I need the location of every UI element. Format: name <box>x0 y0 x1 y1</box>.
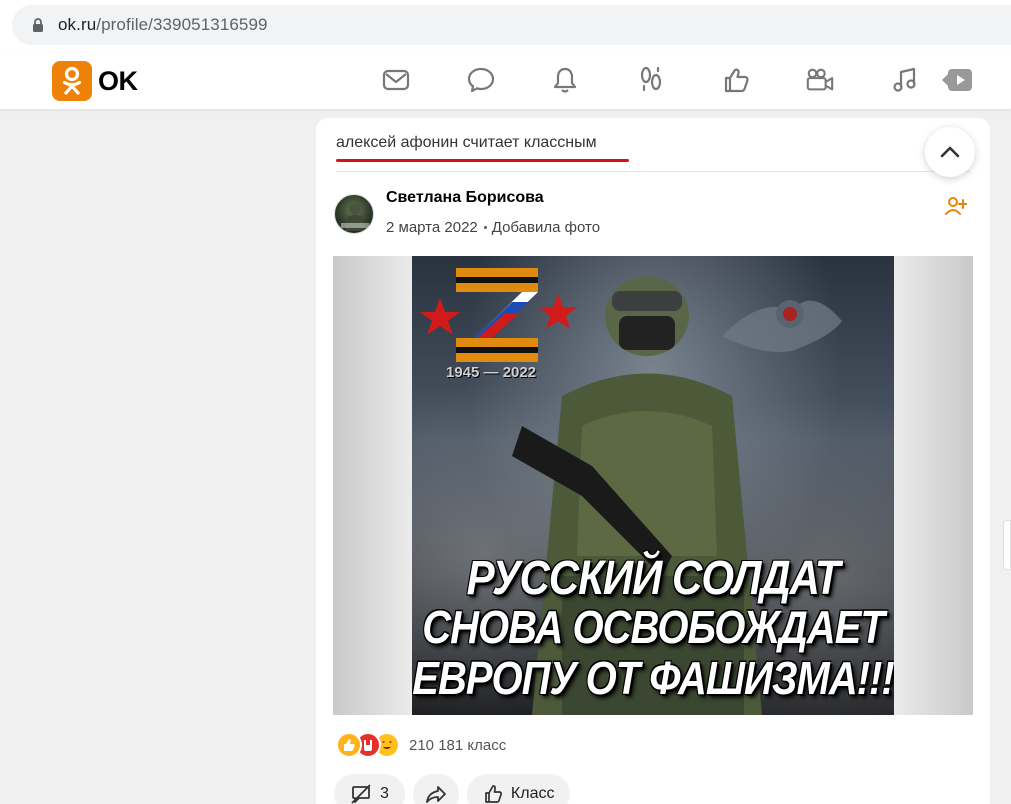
meta-separator-dot <box>483 225 487 229</box>
post-author-name[interactable]: Светлана Борисова <box>386 189 544 207</box>
reactions-summary[interactable]: 210 181 класс <box>336 732 506 758</box>
url-path: /profile/339051316599 <box>96 15 268 34</box>
ok-logo[interactable]: OK <box>52 61 138 101</box>
ok-logo-icon <box>52 61 92 101</box>
comment-icon <box>351 784 371 804</box>
post-actions: 3 Класс <box>334 774 578 804</box>
photo-years: 1945 — 2022 <box>446 364 537 381</box>
add-friend-icon[interactable] <box>944 194 968 218</box>
comments-count: 3 <box>380 785 389 802</box>
feed-header[interactable]: алексей афонин считает классным <box>336 134 597 152</box>
scroll-up-button[interactable] <box>925 127 975 177</box>
chevron-up-icon <box>940 146 960 158</box>
address-bar[interactable]: ok.ru/profile/339051316599 <box>12 5 1011 45</box>
top-navigation: OK <box>0 50 1011 110</box>
share-arrow-icon <box>426 786 446 803</box>
browser-address-area: ok.ru/profile/339051316599 <box>0 0 1011 50</box>
share-button[interactable] <box>412 774 459 804</box>
post-photo[interactable]: 1945 — 2022 РУССКИЙ СОЛДАТ СНОВА ОСВОБОЖ… <box>412 256 894 715</box>
post-meta: 2 марта 2022 Добавила фото <box>386 219 600 236</box>
post-date[interactable]: 2 марта 2022 <box>386 219 478 236</box>
mail-icon[interactable] <box>381 65 411 95</box>
url-host: ok.ru <box>58 15 97 34</box>
url-text[interactable]: ok.ru/profile/339051316599 <box>58 15 268 35</box>
like-button[interactable]: Класс <box>466 774 571 804</box>
comments-button[interactable]: 3 <box>334 774 405 804</box>
header-divider <box>336 171 970 172</box>
post-photo-frame[interactable]: 1945 — 2022 РУССКИЙ СОЛДАТ СНОВА ОСВОБОЖ… <box>333 256 973 715</box>
thumbs-up-icon <box>485 785 502 803</box>
play-icon[interactable] <box>940 65 974 95</box>
ok-logo-text: OK <box>98 65 138 96</box>
chat-icon[interactable] <box>466 65 496 95</box>
reactions-count[interactable]: 210 181 класс <box>409 737 506 754</box>
right-edge-scroll-handle[interactable] <box>1003 520 1011 570</box>
lock-icon[interactable] <box>30 17 46 33</box>
like-icon[interactable] <box>721 65 751 95</box>
photo-caption-line-1: РУССКИЙ СОЛДАТ <box>466 550 841 605</box>
photo-caption-line-2: СНОВА ОСВОБОЖДАЕТ <box>422 602 885 654</box>
author-avatar[interactable] <box>334 194 374 234</box>
video-icon[interactable] <box>805 65 835 95</box>
header-highlight-underline <box>336 159 629 162</box>
like-button-label: Класс <box>510 785 555 802</box>
feed-card: алексей афонин считает классным Светлана… <box>316 118 990 804</box>
bell-icon[interactable] <box>550 65 580 95</box>
footprints-icon[interactable] <box>636 65 666 95</box>
photo-caption-line-3: ЕВРОПУ ОТ ФАШИЗМА!!! <box>412 653 894 705</box>
post-action: Добавила фото <box>491 219 601 236</box>
like-reaction-icon <box>336 732 362 758</box>
music-icon[interactable] <box>890 65 920 95</box>
